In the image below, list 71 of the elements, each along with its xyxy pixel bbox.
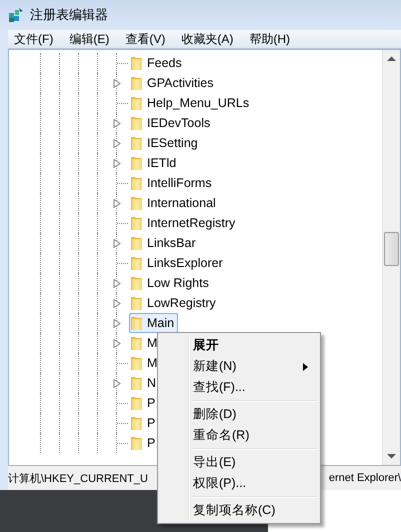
menu-item[interactable]: 展开 xyxy=(160,335,318,356)
folder-icon xyxy=(130,155,144,171)
expand-arrow-icon[interactable] xyxy=(113,279,121,288)
tree-item[interactable]: N xyxy=(129,373,160,393)
tree-item[interactable]: Main xyxy=(129,313,178,333)
registry-icon xyxy=(8,7,24,23)
expand-arrow-icon[interactable] xyxy=(113,379,121,388)
menu-item[interactable]: 删除(D) xyxy=(160,404,318,425)
expand-arrow-icon[interactable] xyxy=(113,239,121,248)
expand-arrow-icon[interactable] xyxy=(113,79,121,88)
tree-item[interactable]: IESetting xyxy=(129,133,202,153)
menu-item[interactable]: 查看(V) xyxy=(119,30,172,48)
tree-item[interactable]: LinksExplorer xyxy=(129,253,227,273)
folder-icon xyxy=(130,315,144,331)
menu-item[interactable]: 重命名(R) xyxy=(160,425,318,446)
menu-item[interactable]: 查找(F)... xyxy=(160,377,318,398)
tree-item[interactable]: M xyxy=(129,333,162,353)
folder-icon xyxy=(130,75,144,91)
folder-icon xyxy=(130,275,144,291)
expand-arrow-icon[interactable] xyxy=(113,319,121,328)
folder-icon xyxy=(130,335,144,351)
expand-arrow-icon[interactable] xyxy=(113,299,121,308)
tree-item[interactable]: IETld xyxy=(129,153,180,173)
scroll-down-icon[interactable] xyxy=(387,453,396,459)
tree-item[interactable]: LowRegistry xyxy=(129,293,220,313)
folder-icon xyxy=(130,135,144,151)
expand-arrow-icon[interactable] xyxy=(113,119,121,128)
status-path: ernet Explorer\ xyxy=(328,472,401,484)
tree-item[interactable]: P xyxy=(129,413,160,433)
folder-icon xyxy=(130,235,144,251)
menu-item[interactable]: 收藏夹(A) xyxy=(175,30,240,48)
menu-item[interactable]: 新建(N) xyxy=(160,356,318,377)
folder-icon xyxy=(130,55,144,71)
tree-item[interactable]: Feeds xyxy=(129,53,186,73)
scrollbar-thumb[interactable] xyxy=(384,232,399,266)
tree-item[interactable]: Help_Menu_URLs xyxy=(129,93,254,113)
menu-item[interactable]: 编辑(E) xyxy=(63,30,116,48)
expand-arrow-icon[interactable] xyxy=(113,339,121,348)
folder-icon xyxy=(130,395,144,411)
folder-icon xyxy=(130,255,144,271)
tree-item[interactable]: P xyxy=(129,433,160,453)
folder-icon xyxy=(130,435,144,451)
folder-icon xyxy=(130,415,144,431)
menu-item[interactable]: 复制项名称(C) xyxy=(160,500,318,521)
tree-item[interactable]: IEDevTools xyxy=(129,113,214,133)
folder-icon xyxy=(130,195,144,211)
folder-icon xyxy=(130,115,144,131)
expand-arrow-icon[interactable] xyxy=(113,199,121,208)
tree-item[interactable]: International xyxy=(129,193,220,213)
window-title: 注册表编辑器 xyxy=(30,6,108,24)
expand-arrow-icon[interactable] xyxy=(113,139,121,148)
tree-item[interactable]: M xyxy=(129,353,162,373)
tree-item[interactable]: GPActivities xyxy=(129,73,218,93)
menu-item[interactable]: 文件(F) xyxy=(8,30,60,48)
folder-icon xyxy=(130,295,144,311)
menu-item[interactable]: 帮助(H) xyxy=(243,30,296,48)
folder-icon xyxy=(130,95,144,111)
scroll-up-icon[interactable] xyxy=(387,56,396,62)
folder-icon xyxy=(130,215,144,231)
tree-item[interactable]: IntelliForms xyxy=(129,173,216,193)
folder-icon xyxy=(130,175,144,191)
status-path: 计算机\HKEY_CURRENT_U xyxy=(8,472,148,486)
tree-item[interactable]: LinksBar xyxy=(129,233,200,253)
folder-icon xyxy=(130,355,144,371)
tree-item[interactable]: P xyxy=(129,393,160,413)
menu-item[interactable]: 权限(P)... xyxy=(160,473,318,494)
folder-icon xyxy=(130,375,144,391)
menu-item[interactable]: 导出(E) xyxy=(160,452,318,473)
tree-item[interactable]: Low Rights xyxy=(129,273,213,293)
tree-item[interactable]: InternetRegistry xyxy=(129,213,240,233)
expand-arrow-icon[interactable] xyxy=(113,159,121,168)
